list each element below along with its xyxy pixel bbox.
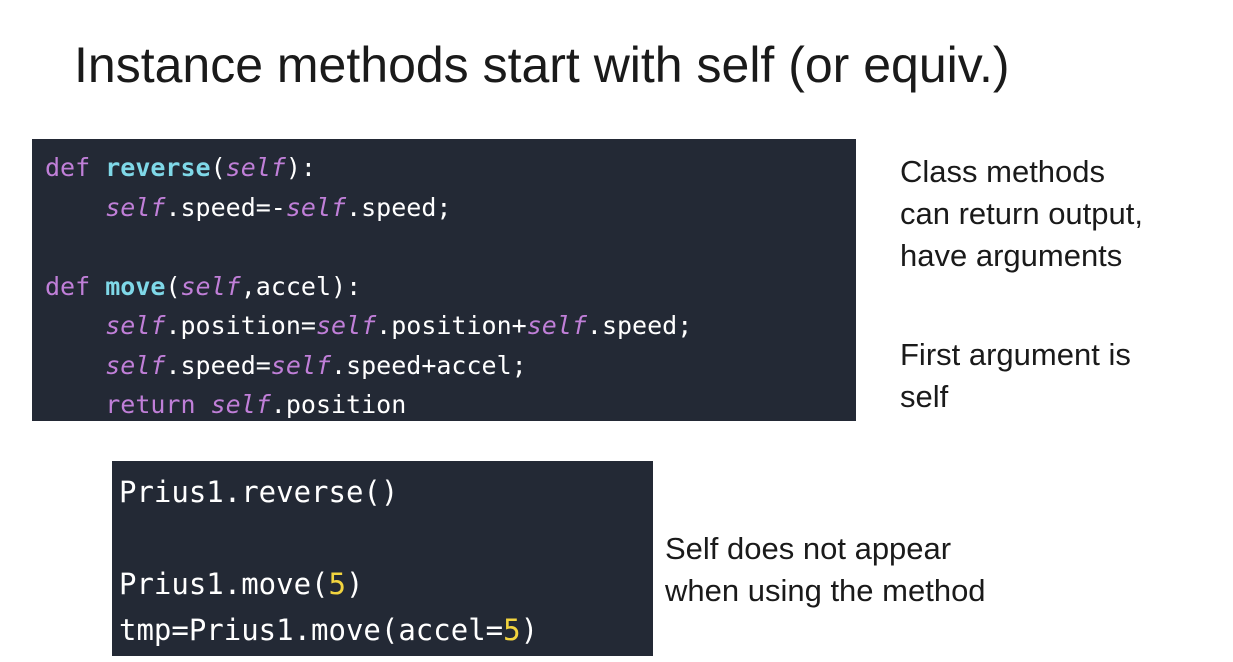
code-token: self (270, 350, 332, 380)
code-token: .position= (165, 311, 316, 340)
method-definitions-code-block: def reverse(self): self.speed=-self.spee… (32, 139, 856, 421)
code-line: return self.position (45, 385, 856, 425)
code-token: ,accel): (240, 271, 362, 301)
code-token: move (105, 271, 166, 301)
code-token: tmp=Prius1.move(accel= (119, 613, 504, 647)
code-token: 5 (328, 567, 346, 601)
code-line: tmp=Prius1.move(accel=5) (119, 607, 653, 653)
code-token: self (225, 153, 286, 182)
code-line: self.position=self.position+self.speed; (45, 306, 856, 346)
code-token: reverse (105, 153, 211, 182)
code-token: 5 (503, 613, 521, 647)
code-token: .speed+accel; (331, 350, 527, 380)
method-usage-code-block: Prius1.reverse() Prius1.move(5) tmp=Prius1… (112, 461, 653, 656)
code-token: return (105, 390, 211, 419)
code-line: Prius1.move(5) (119, 561, 653, 607)
code-token: self (526, 311, 587, 340)
code-token: Prius1.reverse() (119, 475, 399, 509)
code-line: self.speed=self.speed+accel; (45, 346, 856, 386)
code-line: def reverse(self): (45, 148, 856, 188)
note-line: have arguments (900, 238, 1123, 273)
code-token: self (210, 390, 271, 419)
code-token: ) (345, 567, 364, 601)
code-token: self (105, 311, 166, 340)
slide-title: Instance methods start with self (or equ… (74, 37, 1010, 93)
note-line: when using the method (665, 573, 986, 608)
first-argument-note: First argument is self (900, 334, 1220, 418)
self-usage-note: Self does not appear when using the meth… (665, 528, 1085, 612)
note-line: can return output, (900, 196, 1143, 231)
code-token: Prius1.move( (119, 567, 329, 601)
code-line: def move(self,accel): (45, 267, 856, 307)
note-line: Self does not appear (665, 531, 952, 566)
code-token: self (315, 311, 377, 340)
code-token: .position+ (376, 311, 527, 340)
code-token: def (45, 153, 106, 182)
code-token: .speed=- (165, 192, 286, 222)
code-token: .speed= (165, 350, 271, 380)
class-methods-note: Class methods can return output, have ar… (900, 151, 1220, 277)
code-token: ( (210, 153, 226, 182)
code-token: ( (165, 271, 181, 301)
code-token: self (285, 192, 347, 222)
code-line: self.speed=-self.speed; (45, 188, 856, 228)
note-line: First argument is (900, 337, 1131, 372)
code-token: .position (270, 390, 407, 419)
code-token: .speed; (586, 311, 693, 340)
code-token: ): (285, 153, 316, 182)
code-token: self (105, 192, 166, 222)
code-token: .speed; (346, 192, 452, 222)
code-token: ) (520, 613, 539, 647)
code-token: def (45, 271, 106, 301)
code-token: self (105, 350, 166, 380)
code-token: self (180, 271, 241, 301)
code-line: Prius1.reverse() (119, 469, 653, 515)
note-line: self (900, 379, 949, 414)
note-line: Class methods (900, 154, 1106, 189)
